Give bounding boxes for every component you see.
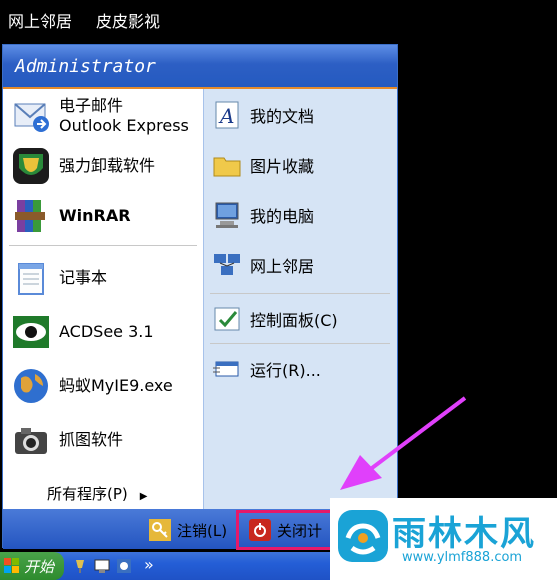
watermark-url: www.ylmf888.com: [402, 550, 523, 565]
watermark: 雨林木风 www.ylmf888.com: [330, 498, 557, 580]
watermark-logo-icon: [338, 510, 388, 562]
watermark-brand: 雨林木风: [392, 514, 536, 554]
pointer-arrow: [340, 396, 467, 490]
